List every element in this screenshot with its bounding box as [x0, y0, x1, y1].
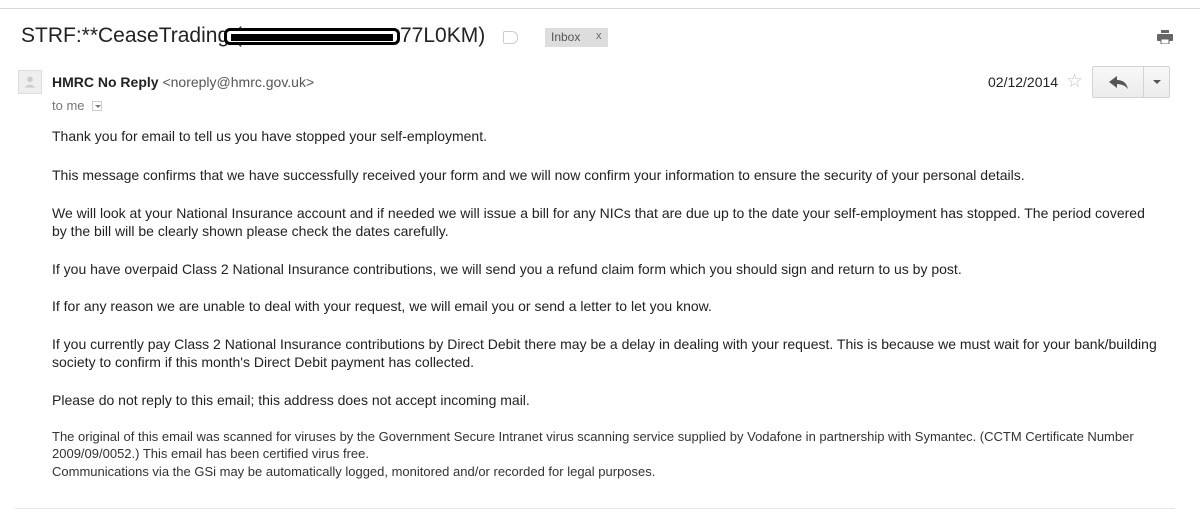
inbox-label-text: Inbox: [551, 30, 581, 44]
star-icon[interactable]: ☆: [1066, 70, 1083, 93]
legal-notice: Communications via the GSi may be automa…: [52, 464, 656, 479]
body-paragraph: If you have overpaid Class 2 National In…: [52, 261, 962, 277]
body-paragraph: If for any reason we are unable to deal …: [52, 298, 712, 314]
redaction-mark: [224, 28, 400, 45]
avatar-icon: [18, 70, 42, 94]
subject-title-suffix: 77L0KM): [400, 24, 486, 47]
sender: HMRC No Reply <noreply@hmrc.gov.uk>: [52, 74, 314, 90]
bottom-divider: [15, 508, 1175, 509]
show-details-chevron-icon[interactable]: [92, 101, 103, 111]
body-paragraph: We will look at your National Insurance …: [52, 205, 1145, 239]
recipient-text: to me: [52, 98, 85, 113]
body-paragraph: This message confirms that we have succe…: [52, 167, 1025, 183]
subject-title: STRF:**CeaseTrading (: [21, 24, 242, 47]
body-paragraph: Thank you for email to tell us you have …: [52, 128, 487, 144]
more-options-button[interactable]: [1143, 66, 1170, 98]
reply-button[interactable]: [1092, 66, 1144, 98]
sender-email: <noreply@hmrc.gov.uk>: [162, 74, 315, 90]
inbox-label-chip[interactable]: Inbox x: [545, 28, 608, 47]
label-tag-icon[interactable]: [503, 31, 518, 44]
print-icon[interactable]: [1157, 30, 1173, 44]
sender-name[interactable]: HMRC No Reply: [52, 74, 159, 90]
subject-row: STRF:**CeaseTrading ( 77L0KM) Inbox x: [0, 22, 1200, 54]
reply-icon: [1109, 76, 1128, 89]
body-paragraph: Please do not reply to this email; this …: [52, 392, 530, 408]
remove-label-button[interactable]: x: [596, 30, 602, 42]
message-date: 02/12/2014: [988, 74, 1059, 90]
top-divider: [0, 8, 1200, 9]
body-paragraph: If you currently pay Class 2 National In…: [52, 336, 1157, 370]
virus-scan-notice: The original of this email was scanned f…: [52, 429, 1134, 461]
recipient-line: to me: [52, 98, 103, 113]
